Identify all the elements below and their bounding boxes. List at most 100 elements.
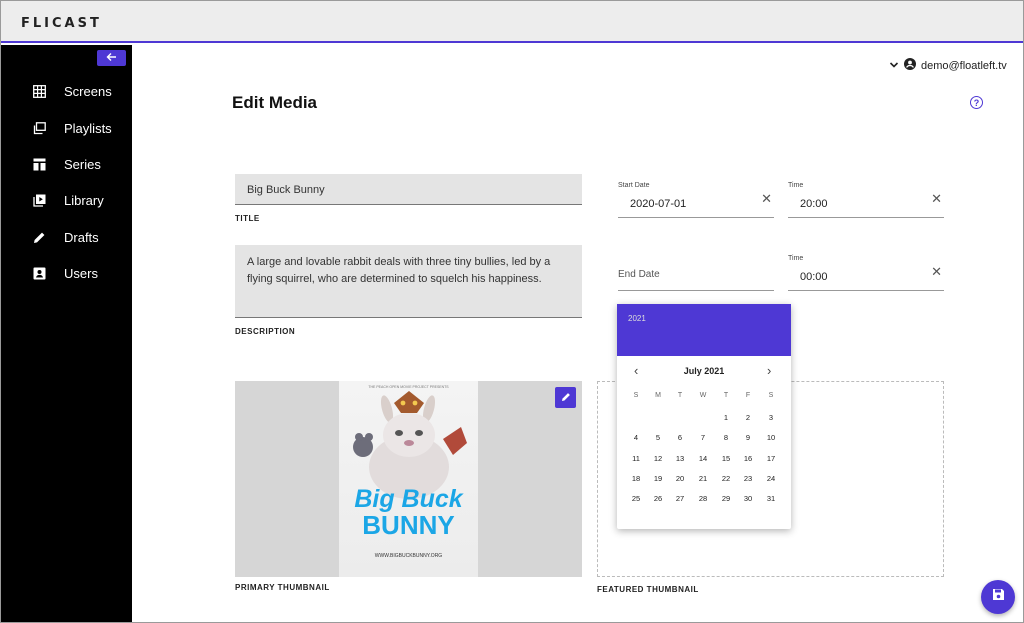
- edit-thumbnail-button[interactable]: [555, 387, 576, 408]
- start-time-value: 20:00: [800, 198, 828, 210]
- calendar-day-3[interactable]: 3: [760, 413, 782, 422]
- start-time-field[interactable]: Time 20:00 ✕: [788, 174, 944, 218]
- poster-url: WWW.BIGBUCKBUNNY.ORG: [374, 553, 443, 559]
- end-date-field[interactable]: End Date: [618, 247, 774, 291]
- next-month-button[interactable]: ›: [767, 363, 771, 378]
- clear-start-time-icon[interactable]: ✕: [931, 191, 942, 207]
- app-window: FLICAST Screens Playlists Series Library…: [0, 0, 1024, 623]
- calendar-day-7[interactable]: 7: [692, 433, 714, 442]
- chevron-down-icon: [889, 60, 899, 72]
- sidebar-item-label: Playlists: [64, 120, 112, 136]
- calendar-day-26[interactable]: 26: [647, 494, 669, 503]
- start-date-value: 2020-07-01: [630, 198, 687, 210]
- weekday-label: F: [745, 392, 751, 399]
- calendar-day-24[interactable]: 24: [760, 474, 782, 483]
- bunny-illustration: [353, 391, 467, 499]
- pencil-icon: [561, 389, 571, 407]
- sidebar-item-library[interactable]: Library: [1, 185, 132, 215]
- weekday-label: S: [633, 392, 639, 399]
- date-picker-popup: 2021 ‹ July 2021 › S M T W T F S 1 2 3 4 5 6 7 8 9 10 11 1…: [617, 304, 791, 529]
- sidebar-item-drafts[interactable]: Drafts: [1, 222, 132, 252]
- primary-thumbnail: THE PEACH OPEN MOVIE PROJECT PRESENTS Bi…: [235, 381, 582, 577]
- library-icon: [32, 193, 46, 207]
- description-caption: DESCRIPTION: [235, 327, 296, 336]
- calendar-day-11[interactable]: 11: [625, 454, 647, 463]
- help-icon[interactable]: ?: [970, 96, 983, 109]
- sidebar-item-label: Series: [64, 156, 101, 172]
- sidebar-item-playlists[interactable]: Playlists: [1, 113, 132, 143]
- description-input[interactable]: A large and lovable rabbit deals with th…: [235, 245, 582, 318]
- end-time-field[interactable]: Time 00:00 ✕: [788, 247, 944, 291]
- sidebar-item-screens[interactable]: Screens: [1, 76, 132, 106]
- weekday-label: W: [699, 392, 707, 399]
- sidebar-item-label: Screens: [64, 83, 112, 99]
- top-bar: FLICAST: [1, 1, 1023, 43]
- sidebar-item-series[interactable]: Series: [1, 149, 132, 179]
- calendar-day-12[interactable]: 12: [647, 454, 669, 463]
- pencil-icon: [32, 230, 46, 244]
- calendar-day-17[interactable]: 17: [760, 454, 782, 463]
- user-email: demo@floatleft.tv: [921, 59, 1007, 72]
- date-picker-year[interactable]: 2021: [628, 314, 646, 323]
- featured-thumbnail-caption: FEATURED THUMBNAIL: [597, 585, 699, 594]
- calendar-day-29[interactable]: 29: [715, 494, 737, 503]
- calendar-day-30[interactable]: 30: [737, 494, 759, 503]
- calendar-day-6[interactable]: 6: [669, 433, 691, 442]
- end-date-placeholder: End Date: [618, 269, 660, 280]
- collapse-sidebar-button[interactable]: [97, 50, 126, 66]
- start-date-label: Start Date: [618, 182, 650, 189]
- user-menu[interactable]: demo@floatleft.tv: [889, 58, 1007, 73]
- page-title: Edit Media: [232, 93, 318, 112]
- calendar-day-8[interactable]: 8: [715, 433, 737, 442]
- calendar-day-25[interactable]: 25: [625, 494, 647, 503]
- sidebar-item-label: Users: [64, 265, 98, 281]
- sidebar-item-label: Library: [64, 192, 104, 208]
- save-button[interactable]: [981, 580, 1015, 614]
- user-card-icon: [32, 266, 46, 280]
- account-icon: [904, 58, 916, 73]
- calendar-day-23[interactable]: 23: [737, 474, 759, 483]
- weekday-label: S: [768, 392, 774, 399]
- save-icon: [992, 588, 1005, 606]
- sidebar: Screens Playlists Series Library Drafts: [1, 45, 132, 622]
- calendar-day-9[interactable]: 9: [737, 433, 759, 442]
- start-date-field[interactable]: Start Date 2020-07-01 ✕: [618, 174, 774, 218]
- calendar-day-1[interactable]: 1: [715, 413, 737, 422]
- poster-title-line1: Big Buck: [354, 485, 463, 513]
- grid-icon: [32, 84, 46, 98]
- calendar-day-18[interactable]: 18: [625, 474, 647, 483]
- clear-start-date-icon[interactable]: ✕: [761, 191, 772, 207]
- end-time-value: 00:00: [800, 271, 828, 283]
- calendar-day-14[interactable]: 14: [692, 454, 714, 463]
- calendar-day-19[interactable]: 19: [647, 474, 669, 483]
- series-icon: [32, 157, 46, 171]
- playlists-icon: [32, 121, 46, 135]
- title-caption: TITLE: [235, 214, 260, 223]
- title-input[interactable]: Big Buck Bunny: [235, 174, 582, 205]
- date-picker-month: July 2021: [683, 366, 725, 376]
- calendar-day-15[interactable]: 15: [715, 454, 737, 463]
- calendar-day-22[interactable]: 22: [715, 474, 737, 483]
- calendar-day-27[interactable]: 27: [669, 494, 691, 503]
- sidebar-item-users[interactable]: Users: [1, 258, 132, 288]
- poster-image: THE PEACH OPEN MOVIE PROJECT PRESENTS Bi…: [339, 381, 478, 577]
- sidebar-item-label: Drafts: [64, 229, 99, 245]
- date-picker-header: 2021: [617, 304, 791, 356]
- calendar-day-13[interactable]: 13: [669, 454, 691, 463]
- calendar-day-16[interactable]: 16: [737, 454, 759, 463]
- arrow-left-icon: [106, 51, 117, 65]
- weekday-label: T: [677, 392, 683, 399]
- calendar-day-21[interactable]: 21: [692, 474, 714, 483]
- calendar-day-4[interactable]: 4: [625, 433, 647, 442]
- clear-end-time-icon[interactable]: ✕: [931, 264, 942, 280]
- calendar-day-10[interactable]: 10: [760, 433, 782, 442]
- weekday-label: T: [723, 392, 729, 399]
- poster-title-line2: BUNNY: [362, 510, 455, 540]
- end-time-label: Time: [788, 255, 804, 262]
- calendar-day-28[interactable]: 28: [692, 494, 714, 503]
- calendar-day-2[interactable]: 2: [737, 413, 759, 422]
- start-time-label: Time: [788, 182, 804, 189]
- calendar-day-20[interactable]: 20: [669, 474, 691, 483]
- calendar-day-31[interactable]: 31: [760, 494, 782, 503]
- calendar-day-5[interactable]: 5: [647, 433, 669, 442]
